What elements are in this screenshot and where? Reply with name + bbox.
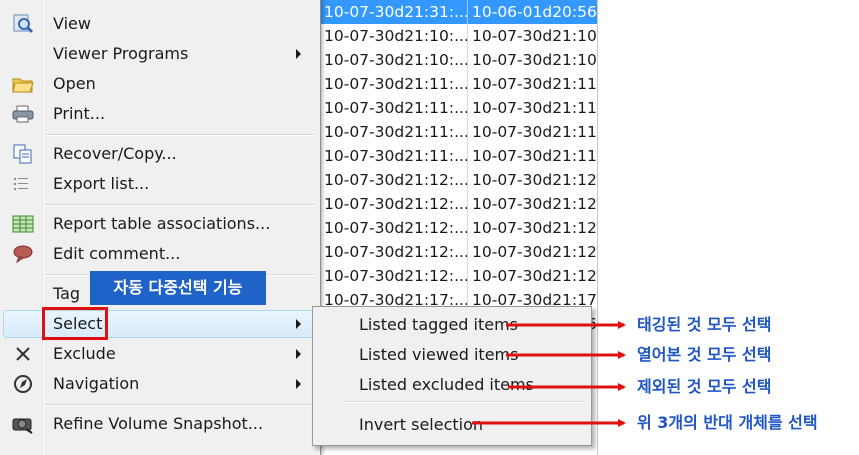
note-tagged: 태깅된 것 모두 선택 [637, 315, 772, 334]
note-invert: 위 3개의 반대 개체를 선택 [637, 413, 818, 432]
note-viewed: 열어본 것 모두 선택 [637, 345, 772, 364]
note-excluded: 제외된 것 모두 선택 [637, 377, 772, 396]
